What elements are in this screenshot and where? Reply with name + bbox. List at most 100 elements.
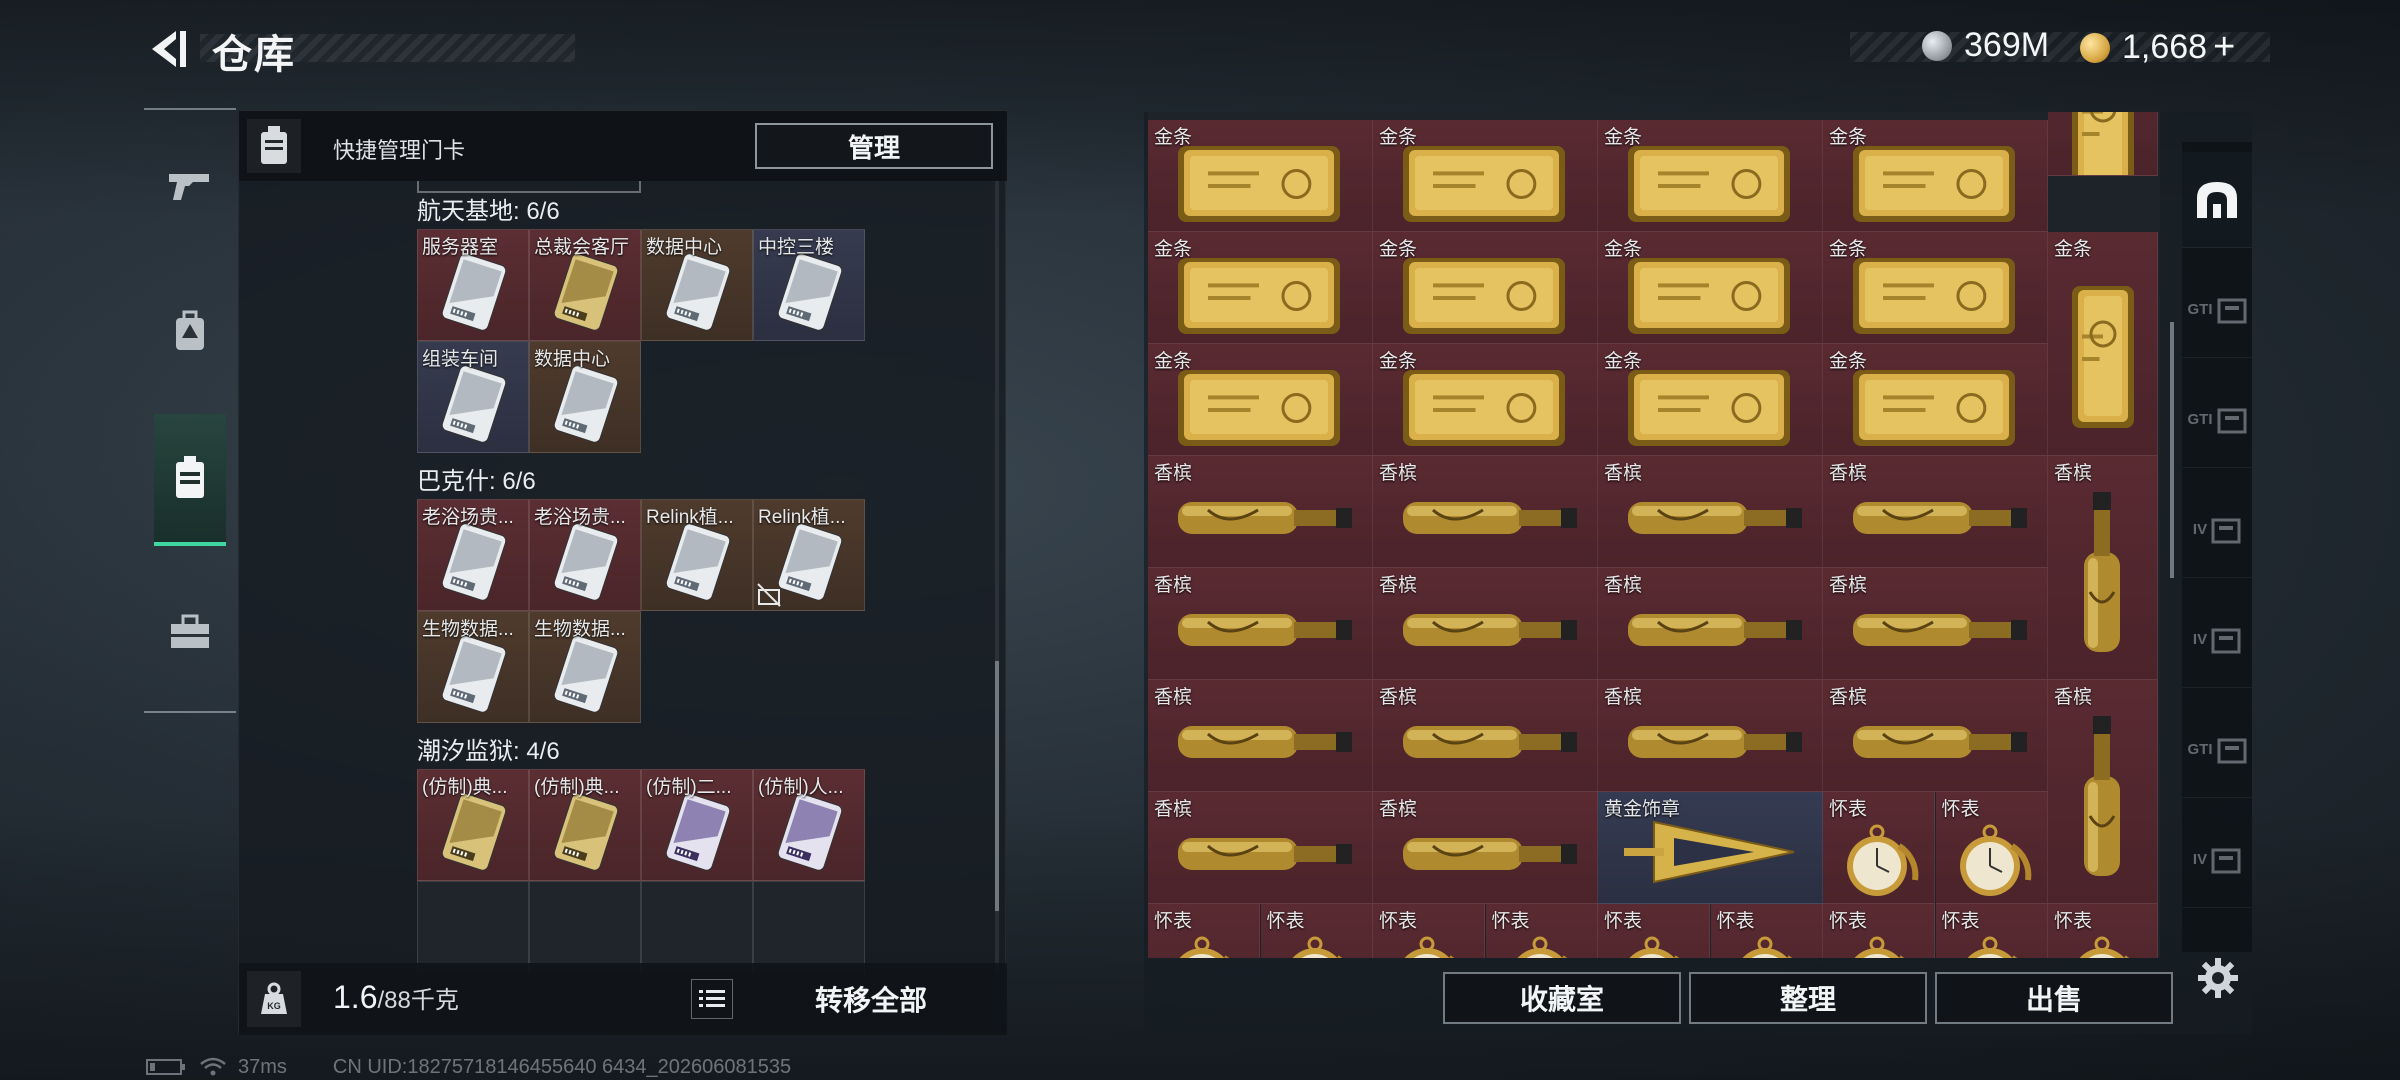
inventory-scrollbar[interactable] bbox=[2170, 322, 2174, 578]
empty-keycard-slot[interactable] bbox=[753, 881, 865, 973]
inventory-item-slot[interactable]: 香槟 bbox=[1823, 456, 2048, 568]
currency-silver[interactable]: 369M bbox=[1922, 26, 2049, 65]
nav-toolbox[interactable] bbox=[154, 590, 226, 674]
keycard-slot[interactable]: 中控三楼 bbox=[753, 229, 865, 341]
keycard-slot[interactable]: 组装车间 bbox=[417, 341, 529, 453]
add-currency-button[interactable]: + bbox=[2213, 26, 2235, 69]
inventory-item-slot[interactable]: 金条 bbox=[1598, 344, 1823, 456]
storage-tab-4[interactable]: IV bbox=[2182, 482, 2252, 578]
inventory-item-slot[interactable]: 怀表 bbox=[1935, 792, 2048, 904]
inventory-item-slot[interactable]: 怀表 bbox=[1710, 904, 1823, 958]
inventory-item-slot[interactable]: 香槟 bbox=[1823, 568, 2048, 680]
keycard-slot[interactable]: 总裁会客厅 bbox=[529, 229, 641, 341]
nav-backpack[interactable] bbox=[154, 290, 226, 374]
inventory-item-slot[interactable]: 香槟 bbox=[1823, 680, 2048, 792]
item-name: 香槟 bbox=[1154, 575, 1193, 596]
list-view-button[interactable] bbox=[691, 979, 733, 1019]
storage-tab-5[interactable]: IV bbox=[2182, 592, 2252, 688]
inventory-item-slot[interactable]: 香槟 bbox=[1373, 792, 1598, 904]
inventory-item-slot[interactable]: 金条 bbox=[1823, 232, 2048, 344]
inventory-item-slot[interactable]: 怀表 bbox=[1260, 904, 1373, 958]
inventory-item-slot[interactable]: 香槟 bbox=[1148, 792, 1373, 904]
inventory-item-slot[interactable]: 香槟 bbox=[1148, 568, 1373, 680]
inventory-item-slot[interactable]: 怀表 bbox=[2048, 904, 2158, 958]
storage-tab-2[interactable]: GTI bbox=[2182, 262, 2252, 358]
keycard-slot[interactable]: (仿制)典... bbox=[529, 769, 641, 881]
back-button[interactable] bbox=[140, 24, 196, 74]
keycard-slot[interactable]: 生物数据... bbox=[417, 611, 529, 723]
manage-button[interactable]: 管理 bbox=[755, 123, 993, 169]
empty-keycard-slot[interactable] bbox=[417, 881, 529, 973]
nav-keycards[interactable] bbox=[154, 414, 226, 546]
inventory-item-slot[interactable]: 怀表 bbox=[1373, 904, 1485, 958]
inventory-item-slot[interactable]: 香槟 bbox=[1373, 568, 1598, 680]
keycard-slot[interactable]: 老浴场贵... bbox=[529, 499, 641, 611]
storage-tab-3[interactable]: GTI bbox=[2182, 372, 2252, 468]
item-name: 金条 bbox=[1604, 127, 1643, 148]
storage-tab-7[interactable]: IV bbox=[2182, 812, 2252, 908]
keycard-slot[interactable]: 数据中心 bbox=[641, 229, 753, 341]
gold-bar-icon bbox=[1178, 146, 1340, 222]
item-name: 香槟 bbox=[1154, 799, 1193, 820]
inventory-item-slot[interactable]: 金条 bbox=[2048, 232, 2158, 456]
keycard-slot[interactable]: (仿制)二... bbox=[641, 769, 753, 881]
inventory-item-slot[interactable] bbox=[2048, 112, 2158, 176]
inventory-item-slot[interactable]: 香槟 bbox=[1148, 680, 1373, 792]
inventory-item-slot[interactable]: 金条 bbox=[1598, 232, 1823, 344]
sell-button[interactable]: 出售 bbox=[1935, 972, 2173, 1024]
empty-keycard-slot[interactable] bbox=[529, 881, 641, 973]
keycard-slot[interactable]: 生物数据... bbox=[529, 611, 641, 723]
inventory-item-slot[interactable]: 金条 bbox=[1823, 120, 2048, 232]
inventory-item-slot[interactable]: 金条 bbox=[1148, 232, 1373, 344]
keycard-slot[interactable]: 服务器室 bbox=[417, 229, 529, 341]
inventory-item-slot[interactable]: 怀表 bbox=[1823, 904, 1935, 958]
keycard-slot[interactable]: (仿制)典... bbox=[417, 769, 529, 881]
keycard-name: 数据中心 bbox=[646, 237, 723, 258]
left-nav bbox=[144, 108, 236, 713]
storage-tab-1[interactable] bbox=[2182, 152, 2252, 248]
inventory-item-slot[interactable]: 香槟 bbox=[2048, 456, 2158, 680]
currency-gold[interactable]: 1,668 + bbox=[2080, 26, 2235, 69]
keycard-slot[interactable]: (仿制)人... bbox=[753, 769, 865, 881]
inventory-item-slot[interactable]: 怀表 bbox=[1823, 792, 1935, 904]
inventory-item-slot[interactable]: 香槟 bbox=[1373, 680, 1598, 792]
keycard-scrollbar[interactable] bbox=[995, 181, 999, 973]
keycard-scrollbar-thumb[interactable] bbox=[995, 661, 999, 911]
inventory-item-slot[interactable]: 香槟 bbox=[1598, 568, 1823, 680]
keycard-list[interactable]: 航天基地: 6/6 服务器室 总裁会客厅 数据中心 中控三楼 组装车间 数据中心… bbox=[239, 181, 1007, 973]
storage-tab-6[interactable]: GTI bbox=[2182, 702, 2252, 798]
item-name: 怀表 bbox=[1941, 911, 1980, 932]
inventory-item-slot[interactable]: 香槟 bbox=[1598, 680, 1823, 792]
keycard-slot[interactable]: Relink植... bbox=[641, 499, 753, 611]
inventory-grid[interactable]: 金条 金条 金条 金条 金条 金条 金条 金条 金条 金条 金条 金条 金条 香… bbox=[1148, 112, 2160, 958]
inventory-item-slot[interactable]: 金条 bbox=[1373, 232, 1598, 344]
inventory-item-slot[interactable]: 怀表 bbox=[1148, 904, 1260, 958]
item-name: 香槟 bbox=[1604, 687, 1643, 708]
inventory-panel: 金条 金条 金条 金条 金条 金条 金条 金条 金条 金条 金条 金条 金条 香… bbox=[1144, 112, 2252, 1034]
inventory-item-slot[interactable]: 金条 bbox=[1148, 120, 1373, 232]
inventory-item-slot[interactable]: 怀表 bbox=[1598, 904, 1710, 958]
champagne-bottle-icon bbox=[1853, 502, 2027, 534]
storage-tab-label: GTI bbox=[2187, 741, 2213, 758]
keycard-slot[interactable]: 老浴场贵... bbox=[417, 499, 529, 611]
nav-weapons[interactable] bbox=[154, 144, 226, 228]
sort-button[interactable]: 整理 bbox=[1689, 972, 1927, 1024]
inventory-item-slot[interactable]: 黄金饰章 bbox=[1598, 792, 1823, 904]
inventory-item-slot[interactable]: 香槟 bbox=[1373, 456, 1598, 568]
empty-keycard-slot[interactable] bbox=[641, 881, 753, 973]
inventory-item-slot[interactable]: 金条 bbox=[1823, 344, 2048, 456]
keycard-slot[interactable]: Relink植... bbox=[753, 499, 865, 611]
inventory-item-slot[interactable]: 怀表 bbox=[1485, 904, 1598, 958]
inventory-item-slot[interactable]: 金条 bbox=[1148, 344, 1373, 456]
inventory-item-slot[interactable]: 香槟 bbox=[2048, 680, 2158, 904]
inventory-item-slot[interactable]: 香槟 bbox=[1598, 456, 1823, 568]
inventory-item-slot[interactable]: 怀表 bbox=[1935, 904, 2048, 958]
inventory-item-slot[interactable]: 金条 bbox=[1373, 120, 1598, 232]
transfer-all-button[interactable]: 转移全部 bbox=[749, 975, 993, 1023]
inventory-item-slot[interactable]: 金条 bbox=[1598, 120, 1823, 232]
inventory-item-slot[interactable]: 金条 bbox=[1373, 344, 1598, 456]
settings-button[interactable] bbox=[2192, 952, 2244, 1004]
collection-room-button[interactable]: 收藏室 bbox=[1443, 972, 1681, 1024]
keycard-slot[interactable]: 数据中心 bbox=[529, 341, 641, 453]
inventory-item-slot[interactable]: 香槟 bbox=[1148, 456, 1373, 568]
